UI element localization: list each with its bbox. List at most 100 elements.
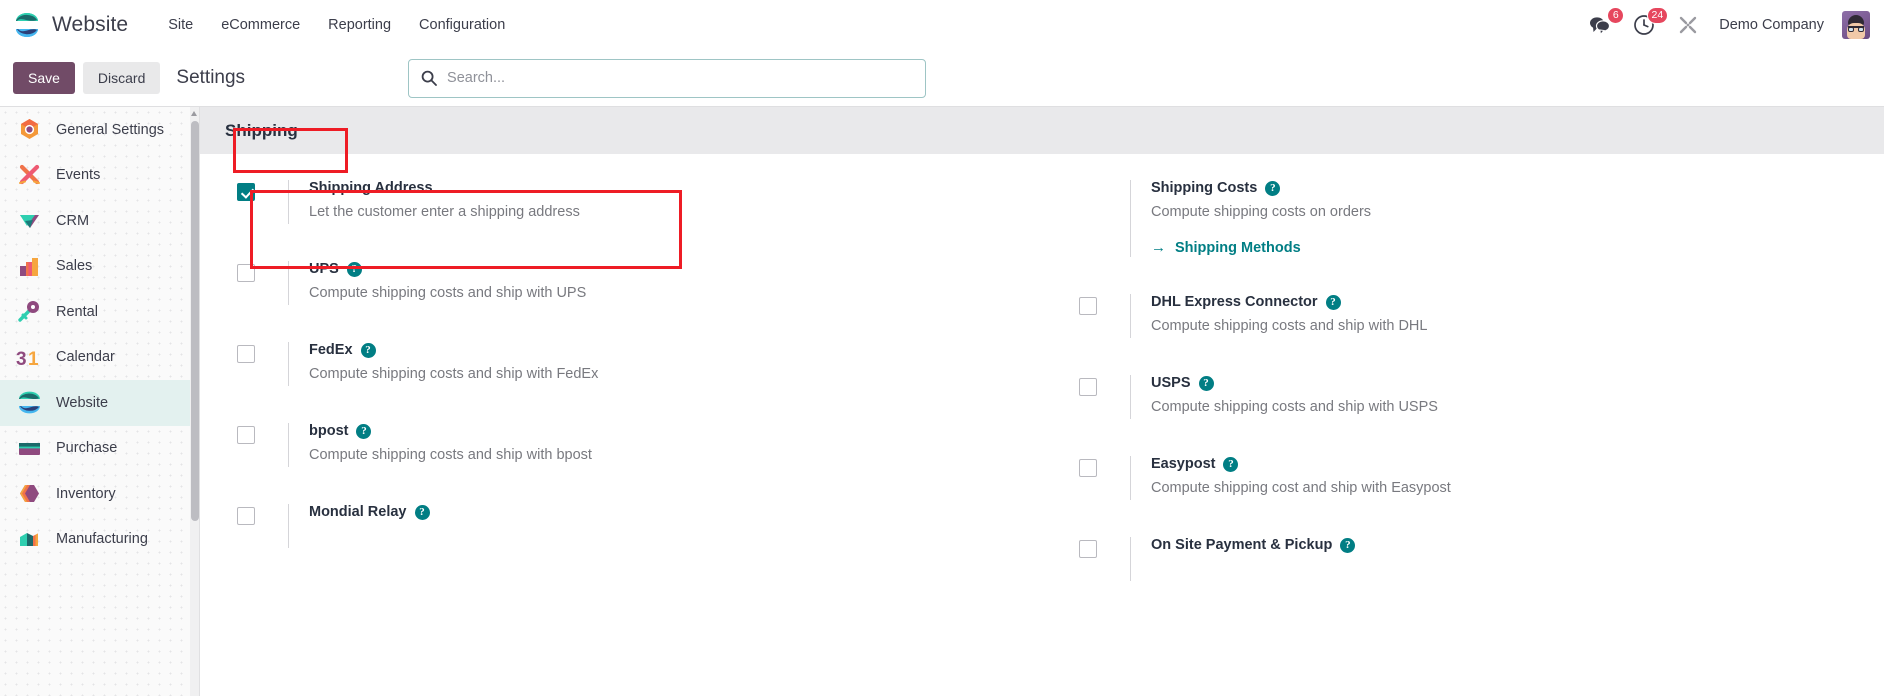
help-icon[interactable]: ? (360, 342, 376, 358)
sidebar-item-events[interactable]: Events (0, 153, 199, 199)
mondial-relay-checkbox[interactable] (237, 507, 255, 525)
setting-label-text: On Site Payment & Pickup (1151, 537, 1333, 554)
app-body: General Settings Events CRM Sales Rental… (0, 107, 1884, 696)
sidebar-item-inventory[interactable]: Inventory (0, 471, 199, 517)
usps-checkbox[interactable] (1079, 378, 1097, 397)
svg-text:3: 3 (16, 349, 27, 370)
setting-shipping-costs: Shipping Costs ? Compute shipping costs … (1079, 180, 1858, 258)
setting-text: Shipping Address Let the customer enter … (288, 180, 1016, 224)
sidebar-item-label: Rental (56, 303, 98, 320)
setting-text: FedEx ? Compute shipping costs and ship … (288, 342, 1016, 386)
save-button[interactable]: Save (13, 62, 75, 94)
sidebar-scrollbar[interactable] (190, 107, 199, 696)
settings-sidebar: General Settings Events CRM Sales Rental… (0, 107, 200, 696)
company-switcher[interactable]: Demo Company (1719, 17, 1824, 33)
setting-label: Easypost ? (1151, 456, 1858, 472)
avatar-glasses-icon (1848, 26, 1864, 32)
nav-item-ecommerce[interactable]: eCommerce (207, 11, 314, 39)
brand-home-link[interactable]: Website (12, 10, 128, 40)
setting-label-text: bpost (309, 423, 349, 439)
ups-checkbox[interactable] (237, 264, 255, 282)
checkbox-wrap (1079, 375, 1130, 397)
setting-description: Compute shipping costs and ship with Fed… (309, 366, 599, 382)
help-icon[interactable]: ? (1265, 180, 1281, 196)
setting-label: FedEx ? (309, 342, 1016, 358)
bpost-checkbox[interactable] (237, 426, 255, 444)
website-app-icon (16, 389, 43, 416)
fedex-checkbox[interactable] (237, 345, 255, 363)
debug-tools-button[interactable] (1675, 12, 1701, 38)
shipping-methods-label: Shipping Methods (1175, 239, 1301, 256)
control-panel: Save Discard Settings Search... (0, 50, 1884, 107)
setting-label-text: USPS (1151, 375, 1191, 392)
sidebar-item-label: General Settings (56, 121, 165, 138)
sidebar-item-label: CRM (56, 212, 90, 229)
sidebar-item-label: Events (56, 167, 101, 184)
scrollbar-thumb[interactable] (190, 121, 199, 521)
setting-description: Let the customer enter a shipping addres… (309, 204, 580, 220)
search-input[interactable]: Search... (408, 58, 927, 98)
search-area: Search... (408, 58, 927, 98)
help-icon[interactable]: ? (1325, 294, 1341, 310)
help-icon[interactable]: ? (1223, 456, 1239, 472)
checkbox-wrap (1079, 294, 1130, 316)
purchase-app-icon (16, 435, 43, 462)
messages-button[interactable]: 6 (1587, 7, 1625, 38)
setting-label: UPS ? (309, 261, 1016, 277)
crm-app-icon (16, 207, 43, 234)
navbar-systray: 6 24 Demo Company (1587, 7, 1870, 39)
activities-badge: 24 (1646, 7, 1669, 24)
odoo-website-logo-icon (12, 10, 42, 40)
setting-text: Shipping Costs ? Compute shipping costs … (1130, 180, 1858, 258)
setting-label: Mondial Relay ? (309, 504, 1016, 520)
sidebar-item-calendar[interactable]: 3 1 Calendar (0, 335, 199, 381)
setting-description: Compute shipping costs and ship with USP… (1151, 399, 1438, 416)
sidebar-item-crm[interactable]: CRM (0, 198, 199, 244)
search-icon (421, 70, 437, 86)
setting-label: Shipping Costs ? (1151, 180, 1858, 196)
user-avatar[interactable] (1842, 11, 1870, 39)
shipping-address-checkbox[interactable] (237, 183, 255, 201)
help-icon[interactable]: ? (414, 504, 430, 520)
help-icon[interactable]: ? (356, 423, 372, 439)
manufacturing-app-icon (16, 526, 43, 553)
discard-button[interactable]: Discard (82, 62, 161, 94)
inventory-app-icon (16, 480, 43, 507)
checkbox-wrap (237, 342, 288, 363)
setting-fedex: FedEx ? Compute shipping costs and ship … (237, 342, 1016, 386)
help-icon[interactable]: ? (1340, 537, 1356, 553)
sidebar-item-rental[interactable]: Rental (0, 289, 199, 335)
checkbox-wrap (1079, 180, 1130, 183)
setting-bpost: bpost ? Compute shipping costs and ship … (237, 423, 1016, 467)
easypost-checkbox[interactable] (1079, 459, 1097, 478)
sidebar-item-website[interactable]: Website (0, 380, 199, 426)
checkbox-wrap (1079, 456, 1130, 478)
help-icon[interactable]: ? (1198, 375, 1214, 391)
sidebar-item-sales[interactable]: Sales (0, 244, 199, 290)
setting-label-text: FedEx (309, 342, 353, 358)
top-navbar: Website Site eCommerce Reporting Configu… (0, 0, 1884, 50)
sidebar-item-label: Calendar (56, 349, 115, 366)
setting-mondial-relay: Mondial Relay ? (237, 504, 1016, 548)
setting-text: Easypost ? Compute shipping cost and shi… (1130, 456, 1858, 501)
nav-item-reporting[interactable]: Reporting (314, 11, 405, 39)
nav-item-configuration[interactable]: Configuration (405, 11, 519, 39)
sidebar-item-purchase[interactable]: Purchase (0, 426, 199, 472)
on-site-payment-checkbox[interactable] (1079, 540, 1097, 559)
checkbox-wrap (237, 423, 288, 444)
checkbox-wrap (237, 180, 288, 201)
activities-button[interactable]: 24 (1631, 7, 1669, 38)
checkbox-wrap (237, 504, 288, 525)
shipping-methods-link[interactable]: → Shipping Methods (1151, 240, 1301, 256)
dhl-checkbox[interactable] (1079, 297, 1097, 316)
sidebar-item-general-settings[interactable]: General Settings (0, 107, 199, 153)
rental-app-icon (16, 298, 43, 325)
nav-item-site[interactable]: Site (154, 11, 207, 39)
messages-badge: 6 (1607, 7, 1625, 24)
scroll-up-arrow-icon[interactable] (191, 111, 197, 116)
sidebar-item-manufacturing[interactable]: Manufacturing (0, 517, 199, 563)
setting-text: On Site Payment & Pickup ? (1130, 537, 1858, 582)
help-icon[interactable]: ? (346, 261, 362, 277)
setting-text: USPS ? Compute shipping costs and ship w… (1130, 375, 1858, 420)
settings-app-icon (16, 116, 43, 143)
